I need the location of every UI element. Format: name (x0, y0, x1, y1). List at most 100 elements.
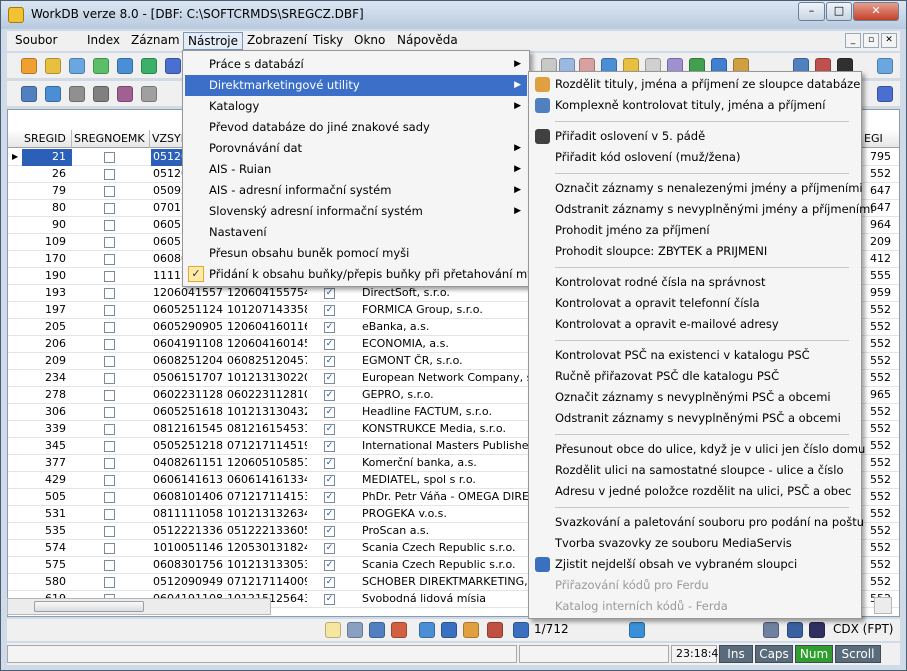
cell-date2[interactable]: 120604160116 (227, 319, 307, 336)
cell-vzsym[interactable]: 060529090525 (151, 319, 223, 336)
cell-vzsym[interactable]: 060825120457 (151, 353, 223, 370)
cell-vzsym[interactable]: 050525121836 (151, 438, 223, 455)
cell-sregid[interactable]: 535 (22, 523, 72, 540)
cell-date2[interactable]: 051222133605 (227, 523, 307, 540)
cell-sregid[interactable]: 209 (22, 353, 72, 370)
flag-checkbox[interactable]: ✓ (324, 458, 335, 469)
cell-name[interactable]: Scania Czech Republic s.r.o. (362, 557, 540, 574)
cell-name[interactable]: International Masters Publishers,s.r.o. (362, 438, 540, 455)
mdi-restore-button[interactable]: ▫ (863, 33, 879, 48)
cell-vzsym[interactable]: 040826115151 (151, 455, 223, 472)
sregnoemk-checkbox[interactable] (104, 407, 115, 418)
cell-vzsym[interactable]: 050615170709 (151, 370, 223, 387)
cell-egi[interactable]: 552 (870, 472, 899, 489)
note-icon[interactable] (325, 622, 341, 638)
cell-name[interactable]: GEPRO, s.r.o. (362, 387, 540, 404)
sregnoemk-checkbox[interactable] (104, 322, 115, 333)
network-icon[interactable] (763, 622, 779, 638)
cell-sregid[interactable]: 90 (22, 217, 72, 234)
menu-tisky[interactable]: Tisky (309, 32, 347, 50)
header-sregid[interactable]: SREGID (22, 130, 72, 148)
cell-vzsym[interactable]: 081216154531 (151, 421, 223, 438)
cell-egi[interactable]: 964 (870, 217, 899, 234)
menu-item-nastroje[interactable]: Práce s databází ▶ (185, 54, 527, 75)
cell-egi[interactable]: 552 (870, 404, 899, 421)
save-icon[interactable] (69, 58, 85, 74)
cell-name[interactable]: Svobodná lidová mísia (362, 591, 540, 608)
cell-egi[interactable]: 552 (870, 455, 899, 472)
flag-checkbox[interactable]: ✓ (324, 424, 335, 435)
menu-zobrazeni[interactable]: Zobrazení (243, 32, 311, 50)
sregnoemk-checkbox[interactable] (104, 475, 115, 486)
nav-icon[interactable] (419, 622, 435, 638)
sregnoemk-checkbox[interactable] (104, 526, 115, 537)
cell-sregid[interactable]: 429 (22, 472, 72, 489)
cell-sregid[interactable]: 339 (22, 421, 72, 438)
cell-egi[interactable]: 552 (870, 574, 899, 591)
cell-egi[interactable]: 555 (870, 268, 899, 285)
cloud-icon[interactable] (141, 86, 157, 102)
check-icon[interactable] (93, 58, 109, 74)
sregnoemk-checkbox[interactable] (104, 492, 115, 503)
cell-sregid[interactable]: 109 (22, 234, 72, 251)
cell-sregid[interactable]: 80 (22, 200, 72, 217)
cell-egi[interactable]: 209 (870, 234, 899, 251)
cell-date2[interactable]: 101207143358 (227, 302, 307, 319)
menu-okno[interactable]: Okno (350, 32, 389, 50)
cell-name[interactable]: European Network Company, s.r.o. (362, 370, 540, 387)
menu-napoveda[interactable]: Nápověda (393, 32, 462, 50)
cell-sregid[interactable]: 531 (22, 506, 72, 523)
cell-sregid[interactable]: 306 (22, 404, 72, 421)
cell-sregid[interactable]: 197 (22, 302, 72, 319)
menu-item-direkt[interactable]: Tvorba svazovky ze souboru MediaServis (531, 533, 859, 554)
sregnoemk-checkbox[interactable] (104, 339, 115, 350)
cell-sregid[interactable]: 170 (22, 251, 72, 268)
cell-sregid[interactable]: 580 (22, 574, 72, 591)
user-icon[interactable] (391, 622, 407, 638)
sregnoemk-checkbox[interactable] (104, 169, 115, 180)
cell-vzsym[interactable]: 060810140618 (151, 489, 223, 506)
cell-egi[interactable]: 552 (870, 557, 899, 574)
book-icon[interactable] (487, 622, 503, 638)
cell-egi[interactable]: 647 (870, 200, 899, 217)
cell-vzsym[interactable]: 120604155754 (151, 285, 223, 302)
cell-egi[interactable]: 552 (870, 336, 899, 353)
cell-vzsym[interactable]: 060525112417 (151, 302, 223, 319)
cell-name[interactable]: EGMONT ČR, s.r.o. (362, 353, 540, 370)
sregnoemk-checkbox[interactable] (104, 509, 115, 520)
sregnoemk-checkbox[interactable] (104, 577, 115, 588)
cell-sregid[interactable]: 234 (22, 370, 72, 387)
cell-date2[interactable]: 060825120457 (227, 353, 307, 370)
import-icon[interactable] (165, 58, 181, 74)
flag-checkbox[interactable]: ✓ (324, 373, 335, 384)
cell-sregid[interactable]: 574 (22, 540, 72, 557)
sregnoemk-checkbox[interactable] (104, 288, 115, 299)
sregnoemk-checkbox[interactable] (104, 203, 115, 214)
cell-name[interactable]: PROGEKA v.o.s. (362, 506, 540, 523)
cell-date2[interactable]: 071217114519 (227, 438, 307, 455)
cell-date2[interactable]: 101213133053 (227, 557, 307, 574)
table-icon[interactable] (463, 622, 479, 638)
sregnoemk-checkbox[interactable] (104, 220, 115, 231)
menu-index[interactable]: Index (83, 32, 124, 50)
menu-item-nastroje[interactable]: AIS - adresní informační systém ▶ (185, 180, 527, 201)
cell-egi[interactable]: 552 (870, 166, 899, 183)
cell-vzsym[interactable]: 060830175602 (151, 557, 223, 574)
cloud-icon[interactable] (93, 86, 109, 102)
cell-egi[interactable]: 412 (870, 251, 899, 268)
mdi-close-button[interactable]: ✕ (881, 33, 897, 48)
cell-sregid[interactable]: 505 (22, 489, 72, 506)
flag-checkbox[interactable]: ✓ (324, 560, 335, 571)
menu-item-nastroje[interactable]: AIS - Ruian ▶ (185, 159, 527, 180)
cell-name[interactable]: ECONOMIA, a.s. (362, 336, 540, 353)
menu-item-nastroje[interactable]: Direktmarketingové utility ▶ (185, 75, 527, 96)
cell-name[interactable]: MEDIATEL, spol s r.o. (362, 472, 540, 489)
cell-date2[interactable]: 071217114153 (227, 489, 307, 506)
exit-icon[interactable] (877, 58, 893, 74)
printer-icon[interactable] (45, 86, 61, 102)
menu-item-direkt[interactable]: Odstranit záznamy s nevyplněnými PSČ a o… (531, 408, 859, 429)
menu-item-direkt[interactable]: Označit záznamy s nenalezenými jmény a p… (531, 178, 863, 199)
cell-egi[interactable]: 965 (870, 387, 899, 404)
cell-date2[interactable]: 101213130432 (227, 404, 307, 421)
help-icon[interactable] (877, 86, 893, 102)
